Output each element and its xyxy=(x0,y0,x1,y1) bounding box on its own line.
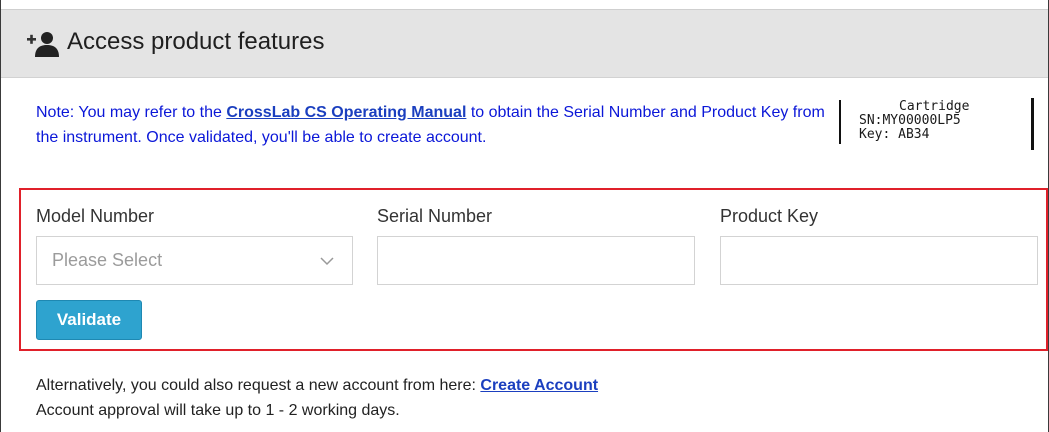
model-number-label: Model Number xyxy=(36,206,155,226)
note-text-before: Note: You may refer to the xyxy=(36,104,227,121)
validate-button[interactable]: Validate xyxy=(36,300,142,340)
model-number-placeholder: Please Select xyxy=(52,250,163,270)
note-text: Note: You may refer to the CrossLab CS O… xyxy=(36,100,826,150)
alternative-line-1: Alternatively, you could also request a … xyxy=(36,373,598,398)
product-key-input[interactable] xyxy=(720,236,1038,285)
panel-header: Access product features xyxy=(1,9,1048,78)
approval-note: Account approval will take up to 1 - 2 w… xyxy=(36,402,400,419)
chevron-down-icon xyxy=(320,257,334,266)
cartridge-bar-left xyxy=(839,100,841,144)
alternative-text-before: Alternatively, you could also request a … xyxy=(36,377,481,394)
access-product-panel: Access product features Note: You may re… xyxy=(0,0,1049,432)
alternative-text: Alternatively, you could also request a … xyxy=(36,373,598,423)
cartridge-text: Cartridge SN:MY00000LP5 Key: AB34 xyxy=(859,100,1029,142)
cartridge-label-image: Cartridge SN:MY00000LP5 Key: AB34 xyxy=(839,98,1034,150)
cartridge-title: Cartridge xyxy=(899,99,970,114)
cartridge-key: Key: AB34 xyxy=(859,127,930,142)
serial-number-label: Serial Number xyxy=(377,206,493,226)
cartridge-bar-right xyxy=(1031,98,1034,150)
page-title: Access product features xyxy=(67,28,325,55)
product-key-label: Product Key xyxy=(720,206,819,226)
validation-form: Model Number Serial Number Product Key P… xyxy=(19,188,1048,351)
serial-number-input[interactable] xyxy=(377,236,695,285)
cartridge-serial: SN:MY00000LP5 xyxy=(859,113,961,128)
add-user-icon xyxy=(27,32,59,57)
create-account-link[interactable]: Create Account xyxy=(480,377,598,394)
operating-manual-link[interactable]: CrossLab CS Operating Manual xyxy=(226,104,466,121)
model-number-select[interactable]: Please Select xyxy=(36,236,353,285)
